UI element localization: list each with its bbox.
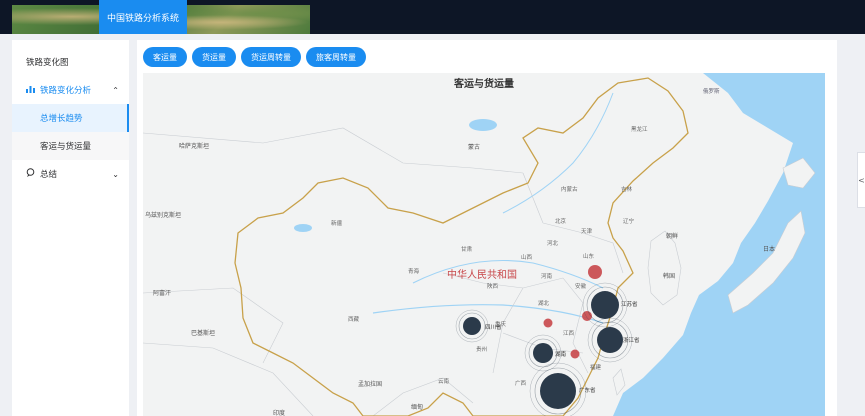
- map-label-anhui: 安徽: [575, 282, 587, 290]
- map-label-japan: 日本: [763, 245, 775, 253]
- bubble-shandong[interactable]: [588, 265, 602, 279]
- map-label-afghanistan: 阿富汗: [153, 289, 171, 297]
- map-label-henan: 河南: [541, 272, 553, 280]
- map-label-yunnan: 云南: [438, 377, 450, 385]
- chart-icon: [26, 85, 35, 96]
- map-label-xinjiang: 新疆: [331, 219, 343, 227]
- map-label-hubei: 湖北: [538, 299, 550, 307]
- map-canvas: 哈萨克斯坦 蒙古 乌兹别克斯坦 阿富汗 巴基斯坦 新疆 西藏 青海 甘肃 内蒙古…: [143, 73, 825, 416]
- china-map[interactable]: 哈萨克斯坦 蒙古 乌兹别克斯坦 阿富汗 巴基斯坦 新疆 西藏 青海 甘肃 内蒙古…: [143, 73, 825, 416]
- map-label-qinghai: 青海: [408, 267, 420, 275]
- freight-volume-button[interactable]: 货运量: [192, 47, 236, 67]
- map-label-liaoning: 辽宁: [623, 217, 635, 225]
- map-title: 客运与货运量: [454, 79, 514, 90]
- bubble-label-guangdong: 广东省: [579, 386, 596, 394]
- freight-turnover-button[interactable]: 货运周转量: [241, 47, 301, 67]
- sidebar-item-summary[interactable]: 总结 ⌄: [12, 160, 129, 188]
- map-label-shandong: 山东: [583, 252, 595, 260]
- map-label-south-korea: 韩国: [663, 272, 675, 280]
- chevron-down-icon: ⌄: [112, 169, 119, 179]
- chevron-left-icon: <: [858, 175, 865, 185]
- map-label-innermongolia: 内蒙古: [561, 185, 578, 193]
- map-label-guizhou: 贵州: [476, 345, 487, 353]
- map-label-uzbekistan: 乌兹别克斯坦: [145, 211, 181, 219]
- sidebar-item-label: 总增长趋势: [40, 114, 83, 124]
- bubble-label-sichuan: 四川省: [485, 323, 502, 331]
- bubble-label-jiangsu: 江苏省: [621, 300, 638, 308]
- sidebar-item-label: 铁路变化图: [26, 58, 69, 68]
- sidebar-item-label: 总结: [40, 170, 58, 180]
- passenger-volume-button[interactable]: 客运量: [143, 47, 187, 67]
- map-label-jilin: 吉林: [621, 185, 633, 193]
- map-label-beijing: 北京: [555, 217, 567, 225]
- sidebar: 铁路变化图 铁路变化分析 ⌃ 总增长趋势 客运与货运量 总结 ⌄: [12, 40, 129, 416]
- map-label-guangxi: 广西: [515, 379, 527, 387]
- map-label-jiangxi: 江西: [563, 330, 575, 337]
- bubble-label-zhejiang: 浙江省: [623, 336, 640, 344]
- sidebar-item-total-growth[interactable]: 总增长趋势: [12, 104, 129, 132]
- baikal-lake: [469, 119, 497, 131]
- chat-icon: [26, 168, 35, 180]
- map-label-india: 印度: [273, 409, 285, 416]
- map-label-north-korea: 朝鲜: [666, 232, 678, 240]
- bubble-jiangxi[interactable]: [570, 349, 580, 359]
- map-label-tibet: 西藏: [348, 315, 360, 323]
- map-label-tianjin: 天津: [581, 228, 593, 235]
- map-label-fujian: 福建: [590, 363, 602, 371]
- map-label-myanmar: 缅甸: [411, 403, 423, 411]
- passenger-turnover-button[interactable]: 旅客周转量: [306, 47, 366, 67]
- map-label-china: 中华人民共和国: [447, 268, 517, 281]
- sidebar-item-railway-map[interactable]: 铁路变化图: [12, 48, 129, 76]
- map-label-gansu: 甘肃: [461, 245, 473, 253]
- app-title-tab[interactable]: 中国铁路分析系统: [99, 0, 187, 34]
- map-label-kazakhstan: 哈萨克斯坦: [179, 142, 209, 150]
- map-label-bangladesh: 孟加拉国: [358, 380, 382, 388]
- map-label-mongolia: 蒙古: [468, 143, 480, 151]
- map-label-pakistan: 巴基斯坦: [191, 329, 215, 337]
- map-label-heilongjiang: 黑龙江: [631, 125, 648, 133]
- chevron-up-icon: ⌃: [112, 85, 119, 95]
- sidebar-item-label: 客运与货运量: [40, 142, 92, 152]
- bubble-label-hunan: 湖南: [555, 350, 567, 358]
- app-header: 中国铁路分析系统: [0, 0, 865, 34]
- sidebar-item-railway-analysis[interactable]: 铁路变化分析 ⌃: [12, 76, 129, 104]
- balkhash-lake: [294, 224, 312, 232]
- sidebar-item-passenger-freight[interactable]: 客运与货运量: [12, 132, 129, 160]
- map-label-shanxi: 山西: [521, 253, 533, 261]
- map-label-shaanxi: 陕西: [487, 282, 499, 290]
- bubble-henan[interactable]: [543, 318, 553, 328]
- collapse-handle[interactable]: <: [857, 152, 865, 208]
- map-label-hebei: 河北: [547, 239, 559, 247]
- sidebar-item-label: 铁路变化分析: [40, 86, 92, 96]
